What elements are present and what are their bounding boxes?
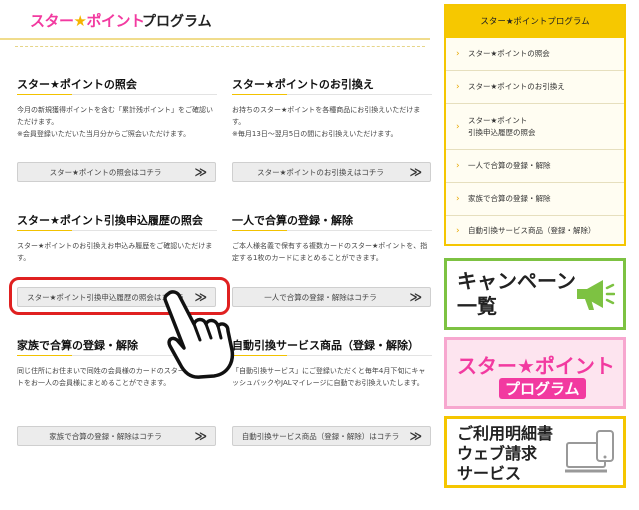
sidebar-item-label: スター★ポイントの照会 [468,49,550,58]
button-label: 家族で合算の登録・解除はコチラ [49,432,162,441]
card-divider [232,94,432,95]
card-title: スター★ポイントの照会 [17,78,137,91]
sidebar-item-label: 自動引換サービス商品（登録・解除） [468,226,596,235]
banner-label: キャンペーン 一覧 [457,269,576,318]
card-divider [17,94,217,95]
card-description: ご本人様名義で保有する複数カードのスター★ポイントを、指定する1枚のカードにまと… [232,242,428,262]
hand-pointer-icon [163,290,235,379]
chevron-right-icon: ≫ [409,165,422,179]
card-description: 「自動引換サービス」にご登録いただくと毎年4月下旬にキャッシュバックやJALマイ… [232,367,426,387]
web-statement-banner[interactable]: ご利用明細書 ウェブ請求 サービス [444,416,626,488]
card-description: お持ちのスター★ポイントを各種商品にお引換えいただけます。 ※毎月13日～翌月5… [232,106,421,138]
sidebar-item-single-merge[interactable]: › 一人で合算の登録・解除 [446,150,624,183]
card-auto-exchange: 自動引換サービス商品（登録・解除） 「自動引換サービス」にご登録いただくと毎年4… [232,337,432,446]
card-description: 今月の新規獲得ポイントを含む「累計残ポイント」をご確認いただけます。 ※会員登録… [17,106,213,138]
sidebar-item-label: スター★ポイントのお引換え [468,82,565,91]
button-label: 自動引換サービス商品（登録・解除）はコチラ [241,432,400,441]
chevron-right-icon: ≫ [409,290,422,304]
page-title: プログラム [142,14,212,30]
button-label: 一人で合算の登録・解除はコチラ [264,293,377,302]
star-point-logo: スター★ポイント [30,10,145,31]
banner-label: ご利用明細書 ウェブ請求 サービス [457,424,554,483]
chevron-right-icon: ≫ [409,429,422,443]
card-exchange-history: スター★ポイント引換申込履歴の照会 スター★ポイントのお引換えお申込み履歴をご確… [17,212,217,307]
card-title: 一人で合算の登録・解除 [232,214,353,227]
card-divider [232,355,432,356]
page-header: スター★ポイント プログラム [0,0,430,40]
chevron-right-icon: ≫ [194,165,207,179]
chevron-right-icon: › [456,121,460,132]
divider [15,46,425,47]
card-title: 自動引換サービス商品（登録・解除） [232,339,419,352]
chevron-right-icon: › [456,161,460,171]
logo-text: スター [30,12,74,30]
star-point-program-banner[interactable]: スター★ポイント プログラム [444,337,626,409]
banner-label: スター★ポイント [457,354,615,378]
sidebar-item-label: 一人で合算の登録・解除 [468,161,551,170]
sidebar-title: スター★ポイントプログラム [446,6,624,38]
sidebar-item-point-exchange[interactable]: › スター★ポイントのお引換え [446,71,624,104]
chevron-right-icon: › [456,82,460,92]
campaign-list-banner[interactable]: キャンペーン 一覧 [444,258,626,330]
sidebar-item-family-merge[interactable]: › 家族で合算の登録・解除 [446,183,624,216]
sidebar-item-auto-exchange[interactable]: › 自動引換サービス商品（登録・解除） [446,216,624,246]
auto-exchange-button[interactable]: 自動引換サービス商品（登録・解除）はコチラ ≫ [232,426,431,446]
sidebar-item-point-inquiry[interactable]: › スター★ポイントの照会 [446,38,624,71]
logo-text-2: ポイント [86,12,145,30]
sidebar-item-label: 家族で合算の登録・解除 [468,194,551,203]
button-label: スター★ポイントのお引換えはコチラ [257,168,384,177]
megaphone-icon [577,280,615,310]
chevron-right-icon: › [456,49,460,59]
sidebar-item-exchange-history[interactable]: › スター★ポイント 引換申込履歴の照会 [446,104,624,150]
chevron-right-icon: ≫ [194,429,207,443]
chevron-right-icon: › [456,226,460,236]
card-title: スター★ポイント引換申込履歴の照会 [17,214,203,227]
card-divider [17,230,217,231]
family-merge-button[interactable]: 家族で合算の登録・解除はコチラ ≫ [17,426,216,446]
point-inquiry-button[interactable]: スター★ポイントの照会はコチラ ≫ [17,162,216,182]
card-description: スター★ポイントのお引換えお申込み履歴をご確認いただけます。 [17,242,213,262]
banner-sublabel: プログラム [499,378,586,399]
pc-phone-icon [565,430,614,473]
sidebar-nav: スター★ポイントプログラム › スター★ポイントの照会 › スター★ポイントのお… [444,4,626,246]
sidebar-item-label: スター★ポイント 引換申込履歴の照会 [468,115,536,137]
point-exchange-button[interactable]: スター★ポイントのお引換えはコチラ ≫ [232,162,431,182]
card-point-exchange: スター★ポイントのお引換え お持ちのスター★ポイントを各種商品にお引換えいただけ… [232,76,432,182]
button-label: スター★ポイントの照会はコチラ [49,168,162,177]
chevron-right-icon: › [456,194,460,204]
card-point-inquiry: スター★ポイントの照会 今月の新規獲得ポイントを含む「累計残ポイント」をご確認い… [17,76,217,182]
card-divider [232,230,432,231]
single-merge-button[interactable]: 一人で合算の登録・解除はコチラ ≫ [232,287,431,307]
card-title: スター★ポイントのお引換え [232,78,374,91]
logo-star: ★ [73,12,87,30]
card-single-merge: 一人で合算の登録・解除 ご本人様名義で保有する複数カードのスター★ポイントを、指… [232,212,432,307]
